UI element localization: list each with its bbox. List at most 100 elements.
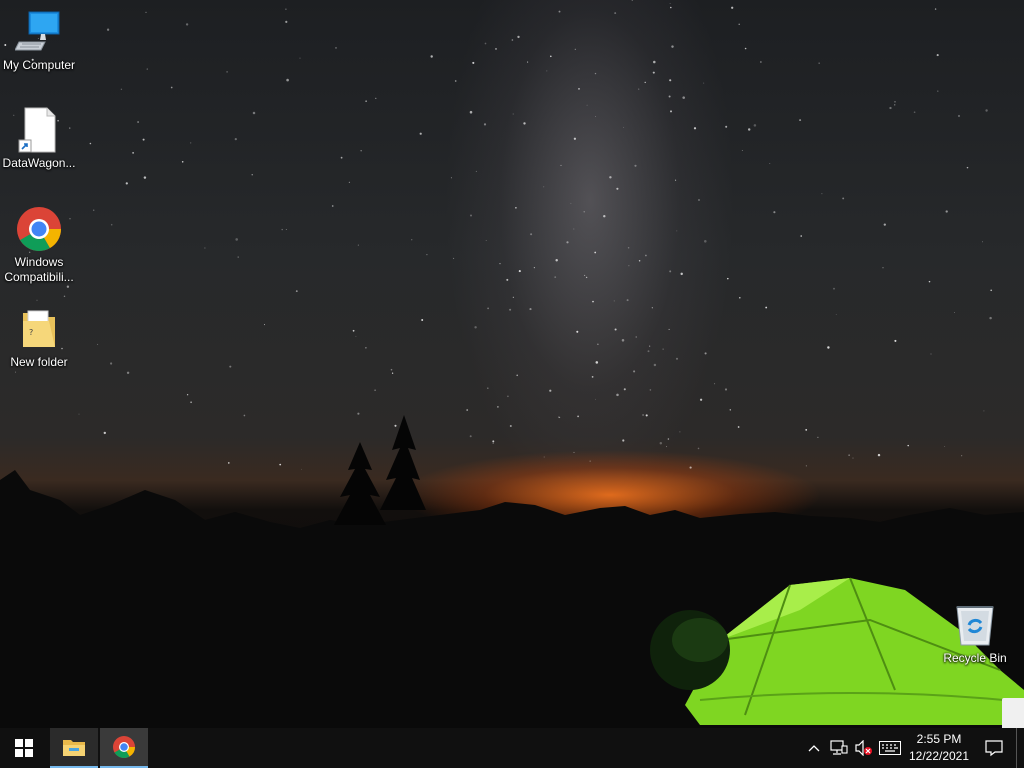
- wallpaper-star: [555, 258, 558, 262]
- wallpaper-star: [573, 137, 577, 140]
- wallpaper-star: [285, 20, 288, 23]
- wallpaper-star: [894, 339, 897, 342]
- wallpaper-star: [744, 47, 747, 50]
- wallpaper-star: [63, 295, 66, 298]
- wallpaper-star: [566, 241, 569, 244]
- wallpaper-star: [930, 353, 932, 355]
- wallpaper-star: [883, 223, 886, 226]
- wallpaper-star: [145, 11, 147, 13]
- wallpaper-star: [132, 152, 134, 154]
- wallpaper-star: [595, 398, 596, 400]
- wallpaper-star: [645, 414, 648, 417]
- wallpaper-star: [669, 270, 672, 273]
- wallpaper-star: [907, 444, 909, 447]
- wallpaper-star: [543, 456, 545, 458]
- wallpaper-star: [475, 170, 477, 172]
- windows-compatibility-desktop-icon[interactable]: Windows Compatibili...: [0, 205, 78, 285]
- wallpaper-star: [583, 211, 585, 213]
- wallpaper-star: [511, 39, 514, 41]
- action-center-button[interactable]: [980, 728, 1008, 768]
- clock-time: 2:55 PM: [916, 732, 962, 746]
- wallpaper-star: [799, 119, 802, 122]
- offscreen-window-edge[interactable]: [1002, 698, 1024, 728]
- chrome-icon: [17, 207, 61, 251]
- wallpaper-star: [235, 238, 238, 241]
- wallpaper-star: [578, 88, 580, 90]
- wallpaper-star: [670, 6, 672, 9]
- file-explorer-taskbar-button[interactable]: [50, 728, 98, 768]
- volume-tray-button[interactable]: [853, 738, 873, 758]
- wallpaper-star: [662, 348, 664, 350]
- wallpaper-star: [848, 454, 850, 456]
- wallpaper-star: [226, 71, 228, 73]
- wallpaper-star: [614, 12, 617, 15]
- wallpaper-trees: [334, 415, 426, 525]
- recycle-bin-icon: [956, 606, 994, 646]
- wallpaper-star: [585, 276, 588, 279]
- wallpaper-star: [769, 163, 771, 165]
- wallpaper-star: [647, 350, 650, 353]
- desktop-icon-label: DataWagon...: [2, 156, 76, 170]
- wallpaper-star: [760, 61, 762, 63]
- wallpaper-star: [375, 97, 377, 100]
- wallpaper-star: [523, 122, 526, 125]
- show-hidden-icons-button[interactable]: [806, 738, 822, 758]
- chrome-taskbar-button[interactable]: [100, 728, 148, 768]
- wallpaper-star: [185, 23, 189, 26]
- wallpaper-star: [497, 406, 499, 408]
- touch-keyboard-button[interactable]: [878, 738, 902, 758]
- wallpaper-star: [394, 424, 397, 427]
- svg-text:?: ?: [29, 328, 33, 337]
- wallpaper-star: [533, 267, 535, 269]
- start-button[interactable]: [0, 728, 48, 768]
- wallpaper-star: [411, 239, 413, 241]
- wallpaper-star: [357, 244, 359, 246]
- wallpaper-star: [251, 174, 253, 176]
- my-computer-desktop-icon[interactable]: My Computer: [0, 8, 78, 73]
- wallpaper-star: [143, 176, 147, 179]
- wallpaper-star: [352, 329, 355, 332]
- wallpaper-star: [507, 395, 509, 398]
- system-clock[interactable]: 2:55 PM 12/22/2021: [902, 731, 976, 765]
- wallpaper-star: [390, 368, 393, 371]
- wallpaper-star: [355, 335, 357, 337]
- wallpaper-star: [818, 62, 820, 64]
- wallpaper-star: [773, 211, 776, 214]
- wallpaper-star: [592, 300, 594, 303]
- notification-icon: [985, 740, 1003, 757]
- wallpaper-star: [558, 10, 561, 13]
- recycle-bin-desktop-icon[interactable]: Recycle Bin: [936, 601, 1014, 666]
- wallpaper-star: [852, 457, 854, 459]
- wallpaper-star: [348, 181, 351, 184]
- datawagon-shortcut-desktop-icon[interactable]: DataWagon...: [0, 106, 78, 171]
- network-tray-button[interactable]: [829, 738, 849, 758]
- wallpaper-star: [331, 205, 334, 207]
- wallpaper-star: [739, 297, 741, 299]
- wallpaper-star: [264, 324, 265, 326]
- wallpaper-star: [142, 138, 145, 141]
- new-folder-desktop-icon[interactable]: ? New folder: [0, 305, 78, 370]
- wallpaper-star: [649, 345, 651, 347]
- wallpaper-star: [357, 412, 360, 415]
- wallpaper-star: [738, 23, 740, 26]
- wallpaper-star: [577, 415, 579, 418]
- wallpaper-star: [487, 307, 489, 310]
- wallpaper-star: [469, 110, 473, 114]
- wallpaper-star: [649, 389, 652, 391]
- desktop-background[interactable]: My Computer DataWagon... Windows Compati…: [0, 0, 1024, 728]
- wallpaper-star: [805, 429, 808, 431]
- wallpaper-star: [680, 272, 683, 276]
- wallpaper-star: [550, 55, 552, 58]
- wallpaper-star: [827, 346, 830, 349]
- wallpaper-star: [558, 416, 560, 418]
- wallpaper-star: [516, 374, 518, 377]
- desktop-icon-label: Windows Compatibili...: [4, 255, 74, 284]
- wallpaper-star: [518, 270, 521, 273]
- wallpaper-star: [653, 363, 657, 367]
- wallpaper-star: [495, 48, 497, 50]
- wallpaper-star: [485, 240, 487, 241]
- wallpaper-star: [676, 230, 678, 232]
- wallpaper-star: [666, 446, 668, 448]
- show-desktop-button[interactable]: [1016, 728, 1024, 768]
- wallpaper-star: [281, 228, 283, 231]
